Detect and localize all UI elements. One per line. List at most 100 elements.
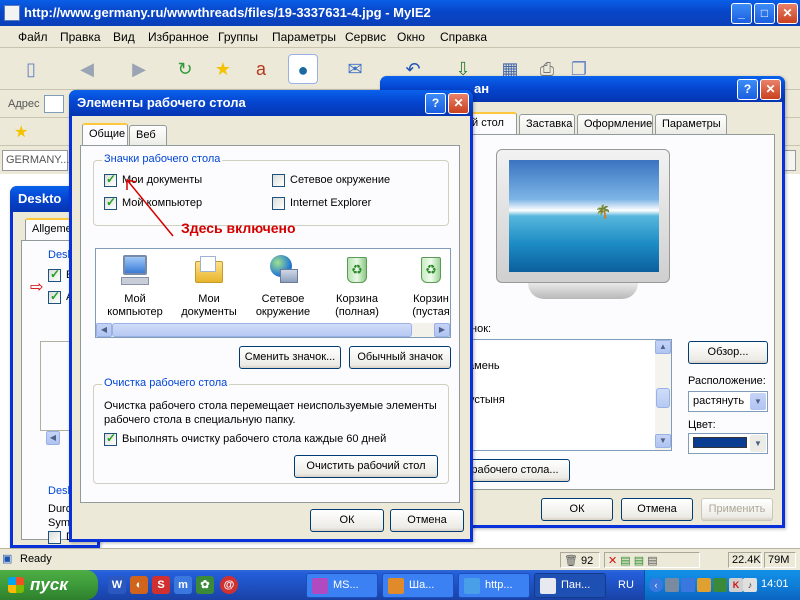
tab-general[interactable]: Общие: [82, 123, 128, 145]
display-help-button[interactable]: ?: [737, 79, 758, 100]
cleanup-now-button[interactable]: Очистить рабочий стол: [294, 455, 438, 478]
block-popups-icon[interactable]: ✕: [608, 555, 617, 567]
menu-options[interactable]: Параметры: [272, 30, 336, 44]
cancel-button[interactable]: Отмена: [390, 509, 464, 532]
icons-gallery[interactable]: Мой компьютер Мои документы Сетевое окру…: [95, 248, 451, 338]
scroll-right-icon[interactable]: ▶: [434, 323, 450, 337]
icon-my-computer[interactable]: Мой компьютер: [98, 253, 172, 319]
wallpaper-preview: 🌴: [509, 160, 659, 272]
behind-checkbox-e[interactable]: [48, 267, 61, 282]
favorites-icon[interactable]: ★: [14, 122, 28, 142]
help-button[interactable]: ?: [425, 93, 446, 114]
change-icon-button[interactable]: Сменить значок...: [239, 346, 341, 369]
menu-help[interactable]: Справка: [440, 30, 487, 44]
checkbox-internet-explorer[interactable]: [272, 197, 285, 210]
tab-appearance[interactable]: Оформление: [577, 114, 653, 134]
behind-scroll-left[interactable]: ◀: [46, 431, 60, 445]
wallpaper-list[interactable]: камень пустыня ▲ ▼: [460, 339, 672, 451]
messenger-icon[interactable]: m: [174, 576, 192, 594]
display-ok-button[interactable]: ОК: [541, 498, 613, 521]
annotation-arrow: [126, 179, 174, 237]
scroll-up-icon[interactable]: ▲: [655, 340, 671, 354]
tray-chevron-icon[interactable]: ‹: [649, 578, 663, 592]
tray-icon[interactable]: [665, 578, 679, 592]
new-page-icon[interactable]: ▯: [16, 54, 46, 84]
display-apply-button[interactable]: Применить: [701, 498, 773, 521]
icon-recycle-empty[interactable]: ♻ Корзин (пустая: [394, 253, 450, 319]
browse-button[interactable]: Обзор...: [688, 341, 768, 364]
tray-icon[interactable]: [681, 578, 695, 592]
opera-icon[interactable]: @: [220, 576, 238, 594]
menu-file[interactable]: Файл: [18, 30, 48, 44]
address-input[interactable]: [44, 95, 64, 113]
display-close-button[interactable]: ✕: [760, 79, 781, 100]
network-globe-icon: [266, 253, 300, 287]
position-select[interactable]: растянуть ▼: [688, 391, 768, 412]
menu-tools[interactable]: Сервис: [345, 30, 386, 44]
cleanup-checkbox[interactable]: [104, 431, 117, 446]
icon-my-documents[interactable]: Мои документы: [172, 253, 246, 319]
icq-icon[interactable]: ✿: [196, 576, 214, 594]
scroll-down-icon[interactable]: ▼: [655, 434, 671, 448]
desktop-cleanup-group: Очистка рабочего стола Очистка рабочего …: [93, 377, 449, 484]
wallpaper-list-scrollbar[interactable]: ▲ ▼: [655, 340, 671, 450]
word-icon[interactable]: W: [108, 576, 126, 594]
skype-icon[interactable]: S: [152, 576, 170, 594]
tab-screensaver[interactable]: Заставка: [519, 114, 575, 134]
refresh-icon[interactable]: ↻: [170, 54, 200, 84]
scroll-thumb[interactable]: [656, 388, 670, 408]
translate-icon[interactable]: a: [246, 54, 276, 84]
forward-icon[interactable]: ▶: [124, 54, 154, 84]
scroll-left-icon[interactable]: ◀: [96, 323, 112, 337]
customize-desktop-button[interactable]: рабочего стола...: [460, 459, 570, 482]
flash-icon[interactable]: ▤: [620, 555, 630, 567]
behind-checkbox-d[interactable]: [48, 531, 61, 544]
tray-volume-icon[interactable]: ♪: [743, 578, 757, 592]
icon-my-computer-line2: компьютер: [107, 306, 163, 318]
tab-web[interactable]: Веб: [129, 125, 167, 145]
status-icons[interactable]: ✕ ▤ ▤ ▤: [604, 552, 700, 568]
taskbar-item[interactable]: http...: [458, 573, 530, 598]
menu-window[interactable]: Окно: [397, 30, 425, 44]
close-button[interactable]: ✕: [777, 3, 798, 24]
tray-k-icon[interactable]: K: [729, 578, 743, 592]
maximize-button[interactable]: □: [754, 3, 775, 24]
taskbar-item-active[interactable]: Пан...: [534, 573, 606, 598]
browser-tab[interactable]: GERMANY...: [2, 150, 69, 171]
tray-icon[interactable]: [713, 578, 727, 592]
display-cancel-button[interactable]: Отмена: [621, 498, 693, 521]
behind-checkbox-a[interactable]: [48, 289, 61, 304]
menu-groups[interactable]: Группы: [218, 30, 258, 44]
icon-network[interactable]: Сетевое окружение: [246, 253, 320, 319]
back-icon[interactable]: ◀: [72, 54, 102, 84]
icon-recycle-full[interactable]: ♻ Корзина (полная): [320, 253, 394, 319]
taskbar-item[interactable]: MS...: [306, 573, 378, 598]
checkbox-my-documents[interactable]: [104, 172, 117, 187]
ok-button[interactable]: ОК: [310, 509, 384, 532]
icons-gallery-scrollbar[interactable]: ◀ ▶: [96, 323, 450, 337]
taskbar-item[interactable]: Ша...: [382, 573, 454, 598]
tray-icon[interactable]: [697, 578, 711, 592]
color-select[interactable]: ▼: [688, 433, 768, 454]
app-icon-2[interactable]: ◐: [130, 576, 148, 594]
menu-favorites[interactable]: Избранное: [148, 30, 209, 44]
checkbox-my-computer[interactable]: [104, 195, 117, 210]
globe-icon[interactable]: ●: [288, 54, 318, 84]
checkbox-network[interactable]: [272, 174, 285, 187]
checkbox-network-label: Сетевое окружение: [290, 174, 391, 186]
menu-edit[interactable]: Правка: [60, 30, 101, 44]
mail-icon[interactable]: ✉: [340, 54, 370, 84]
script-icon[interactable]: ▤: [634, 555, 644, 567]
browser-app-icon: [4, 5, 20, 21]
start-button[interactable]: пуск: [0, 570, 98, 600]
browser-title: http://www.germany.ru/wwwthreads/files/1…: [24, 5, 431, 20]
scroll-thumb[interactable]: [112, 323, 412, 337]
language-indicator[interactable]: RU: [618, 579, 634, 591]
tab-settings[interactable]: Параметры: [655, 114, 727, 134]
default-icon-button[interactable]: Обычный значок: [349, 346, 451, 369]
favorites-star-icon[interactable]: ★: [208, 54, 238, 84]
minimize-button[interactable]: _: [731, 3, 752, 24]
menu-view[interactable]: Вид: [113, 30, 135, 44]
image-icon[interactable]: ▤: [647, 555, 657, 567]
dialog-close-button[interactable]: ✕: [448, 93, 469, 114]
